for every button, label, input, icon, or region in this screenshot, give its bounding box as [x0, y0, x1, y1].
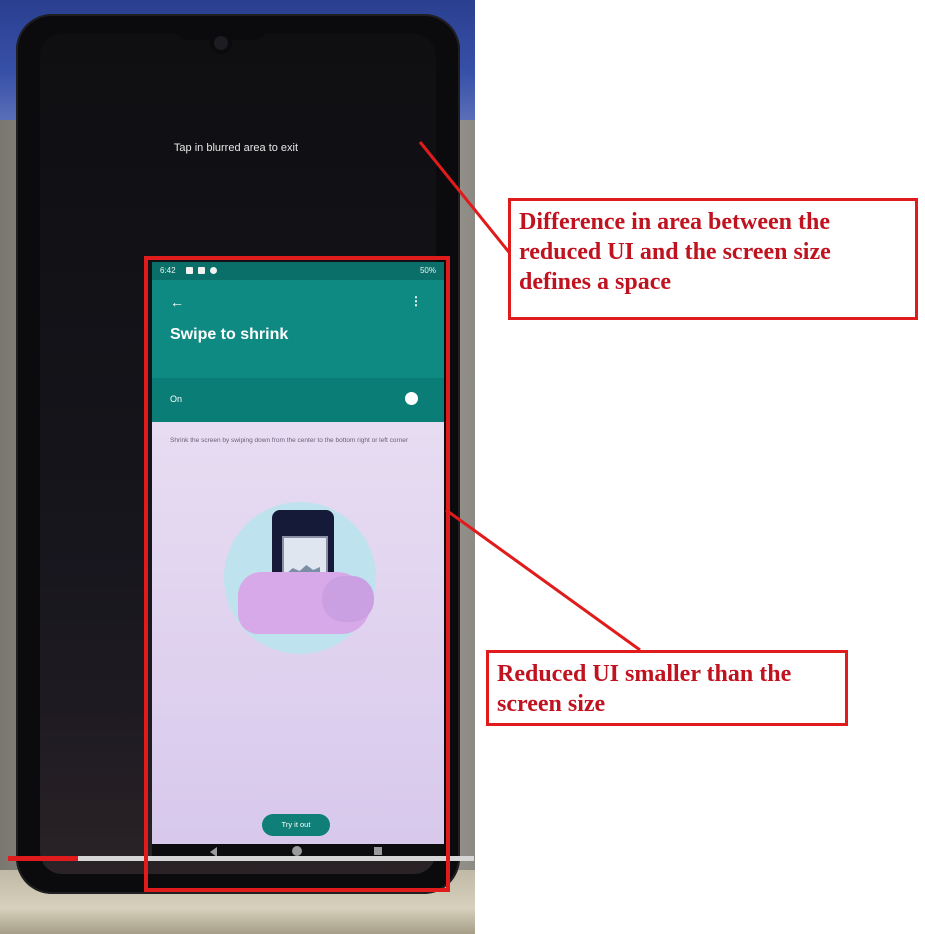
reduced-ui-outline	[144, 256, 450, 892]
video-progress-fill	[8, 856, 78, 861]
front-camera-icon	[214, 36, 228, 50]
callout-space-difference: Difference in area between the reduced U…	[508, 198, 918, 320]
exit-hint: Tap in blurred area to exit	[173, 142, 299, 154]
callout-reduced-ui: Reduced UI smaller than the screen size	[486, 650, 848, 726]
callout-line-reduced	[445, 508, 641, 652]
